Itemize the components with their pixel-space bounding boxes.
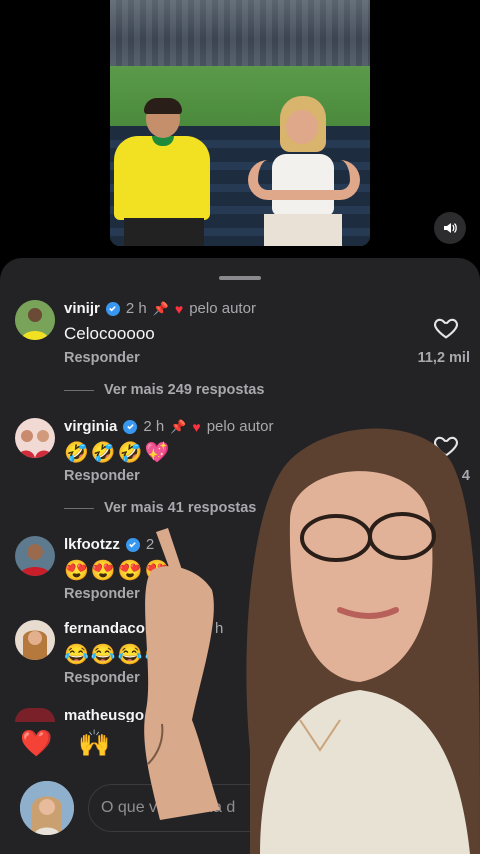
quick-reaction-raised-hands[interactable]: 🙌	[78, 728, 110, 759]
avatar[interactable]	[15, 536, 55, 576]
verified-icon	[125, 537, 140, 552]
reel-video[interactable]	[110, 0, 370, 246]
stadium-stands	[110, 0, 370, 66]
comment-text: Celocooooo	[64, 324, 155, 343]
avatar[interactable]	[15, 620, 55, 660]
screen: vinijr 2 h 📌 ♥ pelo autor Celocooooo Res…	[0, 0, 480, 854]
reply-button[interactable]: Responder	[64, 468, 140, 484]
quick-reaction-heart[interactable]: ❤️	[20, 728, 52, 759]
comment-time: 2 h	[125, 300, 147, 317]
comment-username[interactable]: lkfootzz	[64, 536, 120, 553]
reply-button[interactable]: Responder	[64, 670, 140, 686]
view-more-replies-label: Ver mais 249 respostas	[104, 382, 265, 398]
pin-icon: 📌	[152, 300, 169, 316]
video-person-blonde	[244, 96, 364, 246]
like-count: 11,2 mil	[417, 350, 470, 366]
verified-icon	[105, 301, 120, 316]
sheet-grabber[interactable]	[219, 276, 261, 280]
volume-button[interactable]	[434, 212, 466, 244]
avatar[interactable]	[15, 708, 55, 722]
current-user-avatar	[20, 781, 74, 835]
comment-username[interactable]: virginia	[64, 418, 117, 435]
avatar[interactable]	[15, 300, 55, 340]
reaction-person-overlay	[144, 428, 480, 854]
verified-icon	[123, 419, 138, 434]
author-heart-icon: ♥	[174, 300, 184, 317]
view-more-replies[interactable]: Ver mais 249 respostas	[64, 382, 264, 398]
reply-button[interactable]: Responder	[64, 586, 140, 602]
comment-username[interactable]: vinijr	[64, 300, 100, 317]
avatar[interactable]	[15, 418, 55, 458]
speaker-icon	[444, 223, 457, 233]
video-person-in-jersey	[114, 98, 210, 246]
heart-outline-icon[interactable]	[432, 314, 460, 342]
liked-by-author-label: pelo autor	[189, 300, 256, 317]
comment-username[interactable]: matheusgo	[64, 707, 144, 722]
reply-button[interactable]: Responder	[64, 350, 140, 366]
